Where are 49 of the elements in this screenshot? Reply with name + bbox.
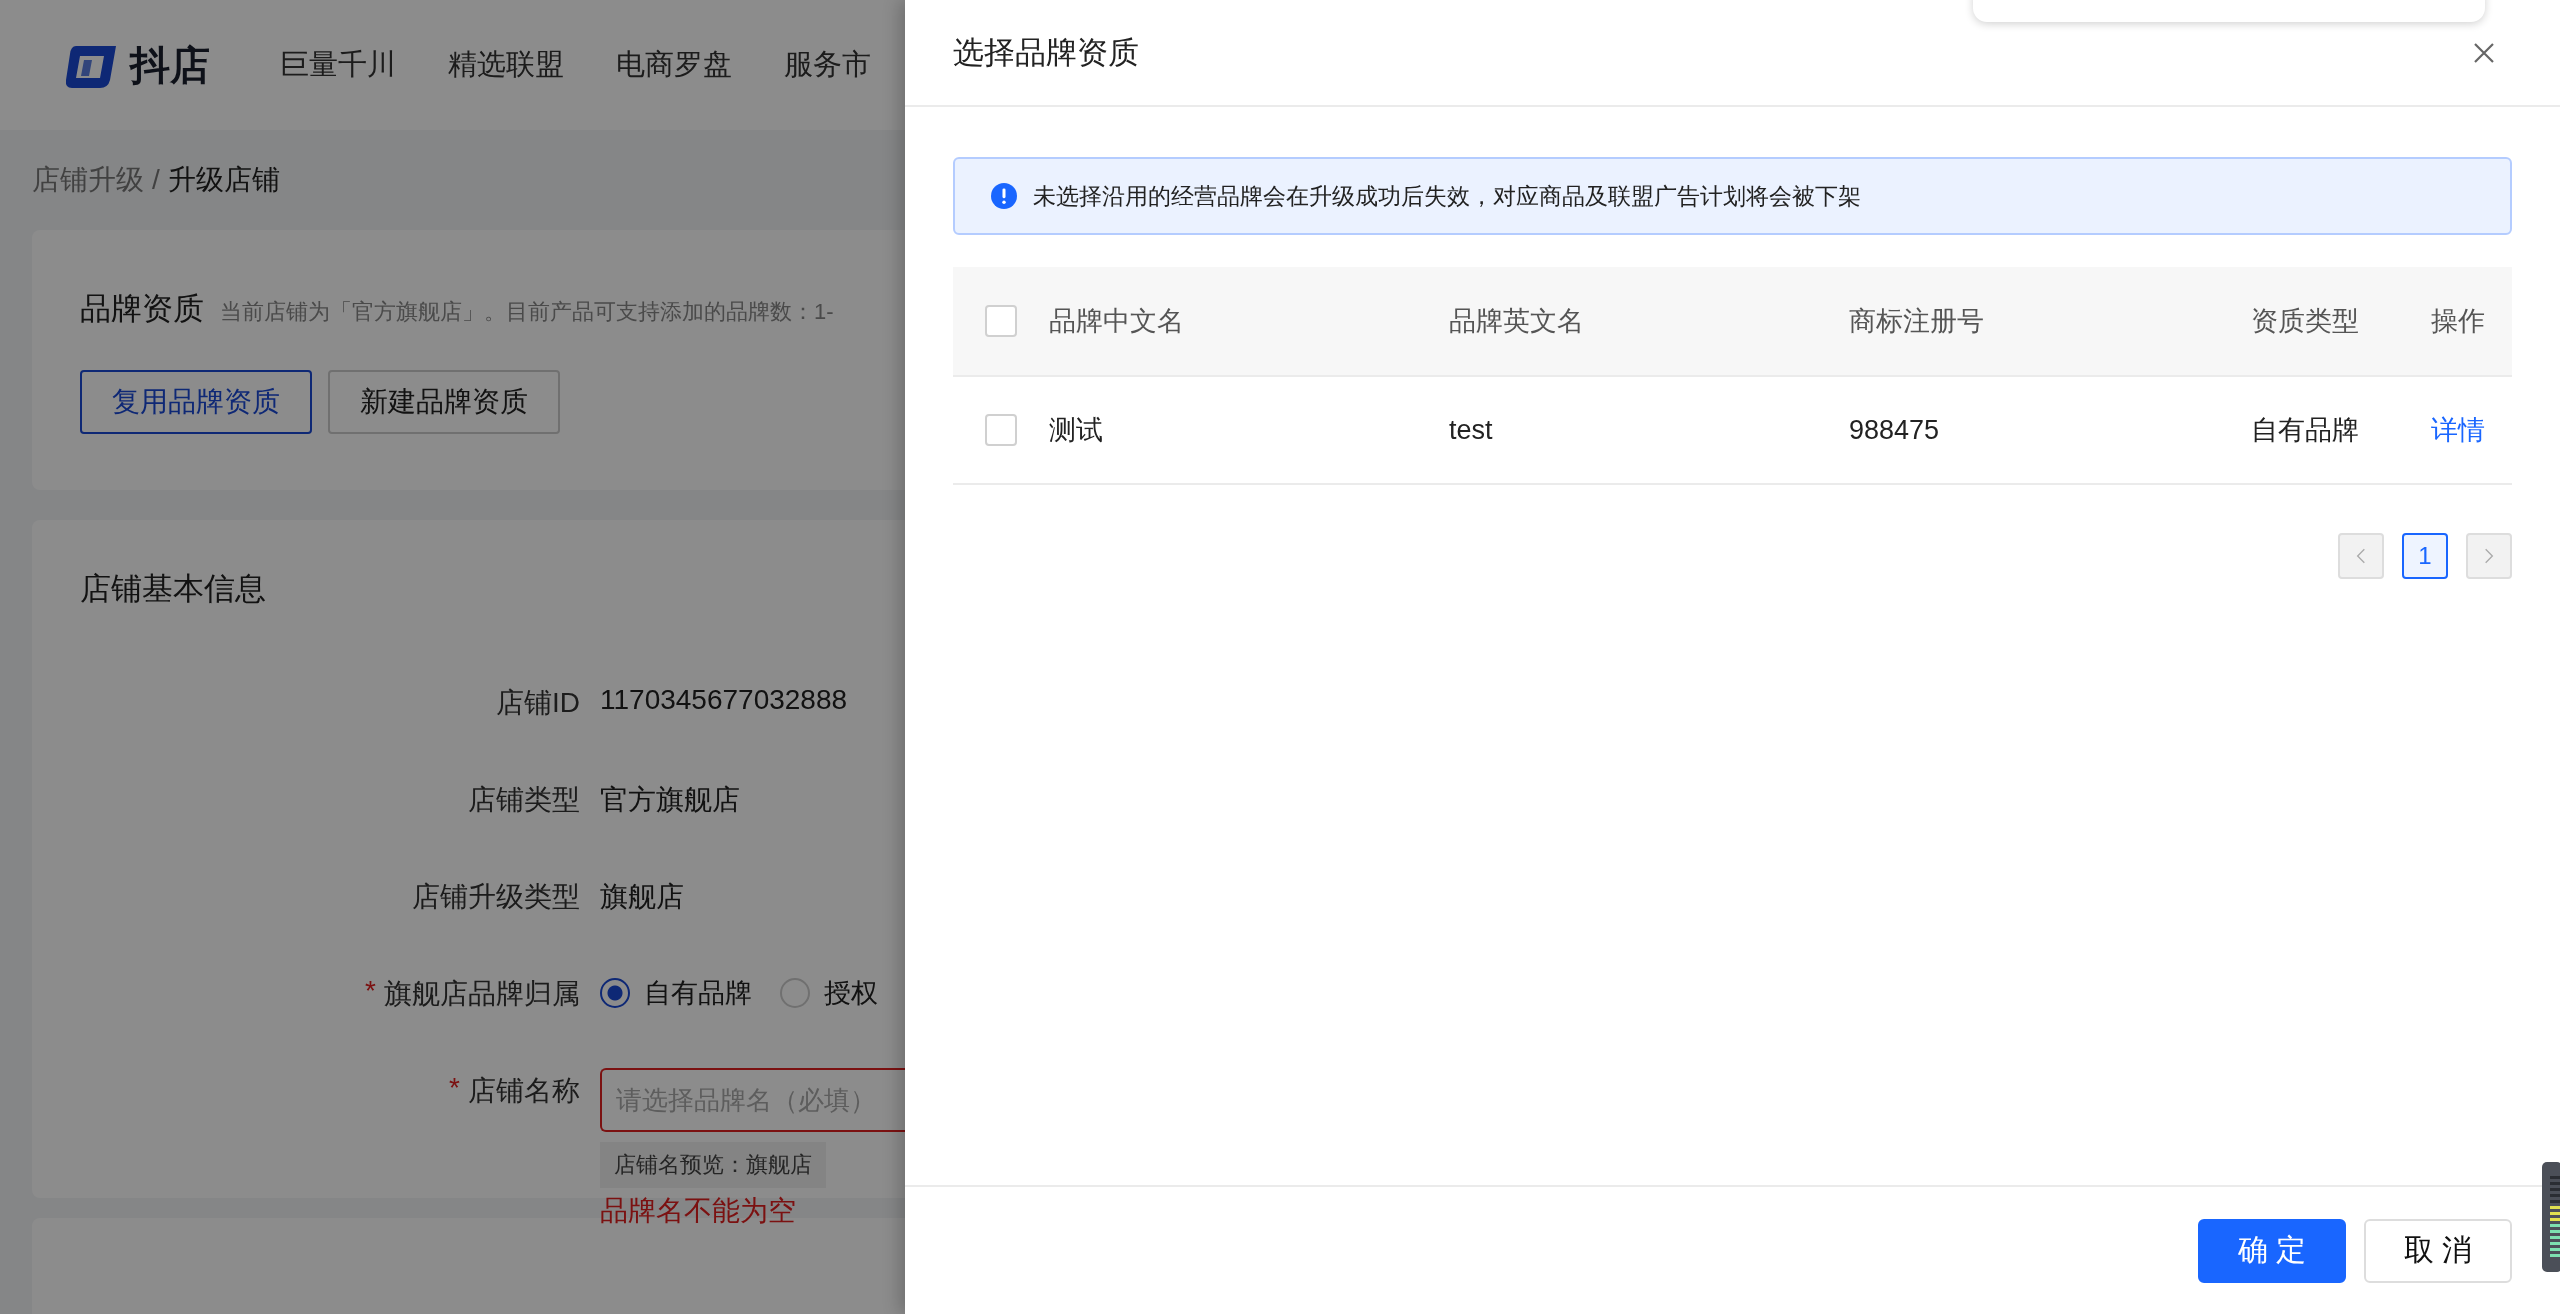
chevron-left-icon [2356, 547, 2366, 565]
table-cell-text: 988475 [1849, 414, 1941, 446]
field-value: 旗舰店 [600, 880, 684, 914]
required-mark: * [449, 1072, 460, 1105]
radio-label[interactable]: 自有品牌 [644, 975, 752, 1011]
required-mark: * [365, 975, 376, 1008]
reuse-button[interactable]: 复用品牌资质 [80, 370, 312, 434]
nav-link[interactable]: 电商罗盘 [616, 45, 732, 85]
field-label: 店铺类型 [468, 783, 580, 817]
new-button[interactable]: 新建品牌资质 [328, 370, 560, 434]
table-cell-text: 测试 [1049, 414, 1104, 447]
nav-link[interactable]: 服务市 [784, 45, 871, 85]
column-header: 品牌英文名 [1449, 305, 1585, 338]
section-description: 当前店铺为「官方旗舰店」。目前产品可支持添加的品牌数：1- [220, 298, 834, 326]
field-label: 店铺名称 [468, 1074, 580, 1108]
field-value: 1170345677032888 [600, 683, 848, 716]
table-cell-text: test [1449, 414, 1494, 446]
field-label: 旗舰店品牌归属 [384, 977, 580, 1011]
column-header: 资质类型 [2251, 305, 2360, 338]
section-title: 店铺基本信息 [80, 570, 267, 608]
breadcrumb-separator: / [152, 164, 160, 196]
logo-text[interactable]: 抖店 [130, 37, 210, 93]
close-icon[interactable] [2472, 40, 2496, 65]
field-value: 官方旗舰店 [600, 783, 740, 817]
chevron-right-icon [2484, 547, 2494, 565]
alert-text: 未选择沿用的经营品牌会在升级成功后失效，对应商品及联盟广告计划将会被下架 [1033, 181, 1861, 211]
drawer-title: 选择品牌资质 [953, 33, 1139, 72]
section-title: 品牌资质 [80, 290, 204, 328]
field-label: 店铺ID [496, 686, 580, 720]
details-link[interactable]: 详情 [2431, 412, 2512, 448]
field-label: 店铺升级类型 [412, 880, 580, 914]
info-icon [991, 183, 1017, 209]
breadcrumb-link[interactable]: 升级店铺 [167, 161, 280, 199]
column-header: 商标注册号 [1849, 305, 1985, 338]
table-cell-text: 自有品牌 [2251, 414, 2360, 447]
nav-link[interactable]: 精选联盟 [448, 45, 564, 85]
column-header: 操作 [2431, 305, 2486, 338]
preview-tag: 店铺名预览：旗舰店 [600, 1142, 826, 1188]
page-button[interactable]: 1 [2402, 533, 2448, 579]
error-message: 品牌名不能为空 [600, 1194, 796, 1228]
breadcrumb-link[interactable]: 店铺升级 [32, 161, 144, 199]
cancel-button[interactable]: 取 消 [2364, 1218, 2512, 1283]
checkbox[interactable] [985, 305, 1017, 337]
radio-label[interactable]: 授权 [824, 975, 878, 1011]
confirm-button[interactable]: 确 定 [2198, 1218, 2346, 1283]
nav-link[interactable]: 巨量千川 [280, 45, 396, 85]
radio-button[interactable] [600, 978, 630, 1008]
checkbox[interactable] [985, 414, 1017, 446]
column-header: 品牌中文名 [1049, 305, 1185, 338]
